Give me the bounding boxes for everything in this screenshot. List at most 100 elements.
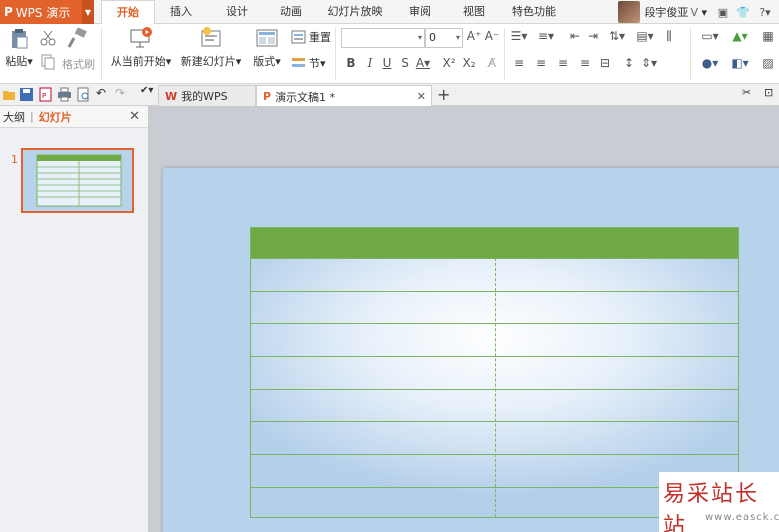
align-text-icon[interactable]: ▤▾ <box>636 29 654 43</box>
align-right-icon[interactable]: ≡ <box>554 56 572 70</box>
bullets-icon[interactable]: ☰▾ <box>510 29 528 43</box>
add-tab-icon[interactable]: + <box>437 85 450 104</box>
grow-font-icon[interactable]: A⁺ <box>465 29 483 43</box>
layout-icon <box>256 29 278 47</box>
tab-review[interactable]: 审阅 <box>399 0 441 24</box>
tab-special[interactable]: 特色功能 <box>505 0 563 24</box>
layout-label: 版式 <box>253 55 276 68</box>
from-current-label: 从当前开始 <box>110 55 166 68</box>
new-slide-icon <box>201 27 221 47</box>
table-insert-icon[interactable]: ▦ <box>757 29 779 43</box>
user-name[interactable]: 段宇俊亚 V ▾ <box>644 4 707 20</box>
tab-design[interactable]: 设计 <box>216 0 258 24</box>
shrink-font-icon[interactable]: A⁻ <box>483 29 501 43</box>
paragraph-spacing-icon[interactable]: ⇕▾ <box>640 56 658 70</box>
outdent-icon[interactable]: ⇤ <box>566 29 584 43</box>
slide-thumbnail[interactable] <box>21 148 134 213</box>
tab-insert[interactable]: 插入 <box>160 0 202 24</box>
app-logo: P <box>4 5 13 19</box>
font-name-combo[interactable]: ▾ <box>341 28 425 48</box>
print-preview-icon[interactable] <box>76 87 91 102</box>
divider <box>690 28 691 80</box>
tab-animation[interactable]: 动画 <box>270 0 312 24</box>
customize-toolbar-icon[interactable]: ✔▾ <box>140 85 155 100</box>
watermark-text: 易采站长站 <box>663 482 760 532</box>
save-icon[interactable] <box>19 87 34 102</box>
from-current-button[interactable]: 从当前开始▾ <box>108 26 174 69</box>
chevron-down-icon[interactable]: ▼ <box>82 0 94 24</box>
table-header-row[interactable] <box>251 228 738 258</box>
pin-icon[interactable]: ✂ <box>742 86 757 101</box>
slide-canvas[interactable] <box>150 106 779 532</box>
layout-button[interactable]: 版式▾ <box>250 26 284 69</box>
section-button[interactable]: 节 ▾ <box>291 55 326 71</box>
divider <box>504 28 505 80</box>
avatar[interactable] <box>618 1 641 23</box>
open-folder-icon[interactable] <box>2 87 17 102</box>
copy-icon[interactable] <box>39 54 57 70</box>
close-icon[interactable]: ✕ <box>417 90 426 103</box>
undo-icon[interactable]: ↶ <box>96 86 111 101</box>
bold-icon[interactable]: B <box>342 56 360 70</box>
indent-icon[interactable]: ⇥ <box>584 29 602 43</box>
print-icon[interactable] <box>57 87 72 102</box>
doc-tab-presentation[interactable]: P 演示文稿1 * ✕ <box>256 85 432 107</box>
tab-view[interactable]: 视图 <box>453 0 495 24</box>
columns-icon[interactable]: ⫼ <box>660 29 678 44</box>
help-icon[interactable]: ?▾ <box>755 6 775 19</box>
font-color-icon[interactable]: A▾ <box>414 56 432 70</box>
new-slide-label: 新建幻灯片 <box>180 55 236 68</box>
tab-home[interactable]: 开始 <box>101 0 155 25</box>
quick-access-toolbar: P ↶ ↷ ✔▾ W 我的WPS P 演示文稿1 * ✕ + ✂ ⊡ <box>0 84 779 107</box>
redo-icon[interactable]: ↷ <box>115 86 130 101</box>
numbering-icon[interactable]: ≡▾ <box>537 29 555 43</box>
picture-icon[interactable]: ▲▾ <box>727 29 753 43</box>
clipboard-icon <box>12 29 28 49</box>
skin-icon[interactable]: ▣ <box>715 6 731 19</box>
table-column-divider[interactable] <box>495 258 496 517</box>
tab-slides[interactable]: 幻灯片 <box>39 109 72 125</box>
app-menu-button[interactable]: P WPS 演示 ▼ <box>0 0 94 24</box>
doc-tab-label: 我的WPS <box>181 90 228 103</box>
justify-icon[interactable]: ≡ <box>576 56 594 70</box>
shirt-icon[interactable]: 👕 <box>735 6 751 19</box>
distribute-icon[interactable]: ⊟ <box>596 56 614 70</box>
font-size-combo[interactable]: 0 ▾ <box>425 28 463 48</box>
reset-label: 重置 <box>309 31 331 44</box>
close-icon[interactable]: ✕ <box>129 109 140 124</box>
menu-bar: P WPS 演示 ▼ 开始 插入 设计 动画 幻灯片放映 审阅 视图 特色功能 … <box>0 0 779 25</box>
underline-icon[interactable]: U <box>378 56 396 70</box>
textbox-icon[interactable]: ▭▾ <box>697 29 723 43</box>
presentation-file-icon: P <box>263 90 272 103</box>
pdf-icon[interactable]: P <box>38 87 53 102</box>
slideshow-play-icon <box>130 27 152 48</box>
tab-outline[interactable]: 大纲 <box>3 109 25 125</box>
italic-icon[interactable]: I <box>361 56 379 70</box>
subscript-icon[interactable]: X₂ <box>460 56 478 70</box>
line-spacing-icon[interactable]: ↕ <box>620 56 638 70</box>
shapes-icon[interactable]: ●▾ <box>697 56 723 70</box>
superscript-icon[interactable]: X² <box>440 56 458 70</box>
svg-text:P: P <box>42 92 46 100</box>
divider <box>335 28 336 80</box>
restore-icon[interactable]: ⊡ <box>764 86 779 101</box>
new-slide-button[interactable]: 新建幻灯片▾ <box>180 26 242 69</box>
tab-slideshow[interactable]: 幻灯片放映 <box>322 0 388 24</box>
cut-icon[interactable] <box>39 30 57 46</box>
reset-button[interactable]: 重置 <box>291 29 331 45</box>
clear-format-icon[interactable]: A̸ <box>483 56 501 70</box>
doc-tab-mywps[interactable]: W 我的WPS <box>158 85 256 106</box>
arrange-icon[interactable]: ◧▾ <box>727 56 753 70</box>
reset-icon <box>291 30 306 44</box>
align-center-icon[interactable]: ≡ <box>532 56 550 70</box>
shadow-icon[interactable]: S <box>396 56 414 70</box>
chevron-down-icon[interactable]: ▾ <box>418 29 422 47</box>
paste-button[interactable]: 粘贴▾ <box>2 26 36 69</box>
quick-style-icon[interactable]: ▨ <box>757 56 779 70</box>
text-direction-icon[interactable]: ⇅▾ <box>608 29 626 43</box>
chevron-down-icon[interactable]: ▾ <box>456 29 460 47</box>
format-painter-button[interactable]: 格式刷 <box>62 56 95 72</box>
align-left-icon[interactable]: ≡ <box>510 56 528 70</box>
brush-icon[interactable] <box>66 28 88 48</box>
wps-logo-icon: W <box>165 89 178 103</box>
